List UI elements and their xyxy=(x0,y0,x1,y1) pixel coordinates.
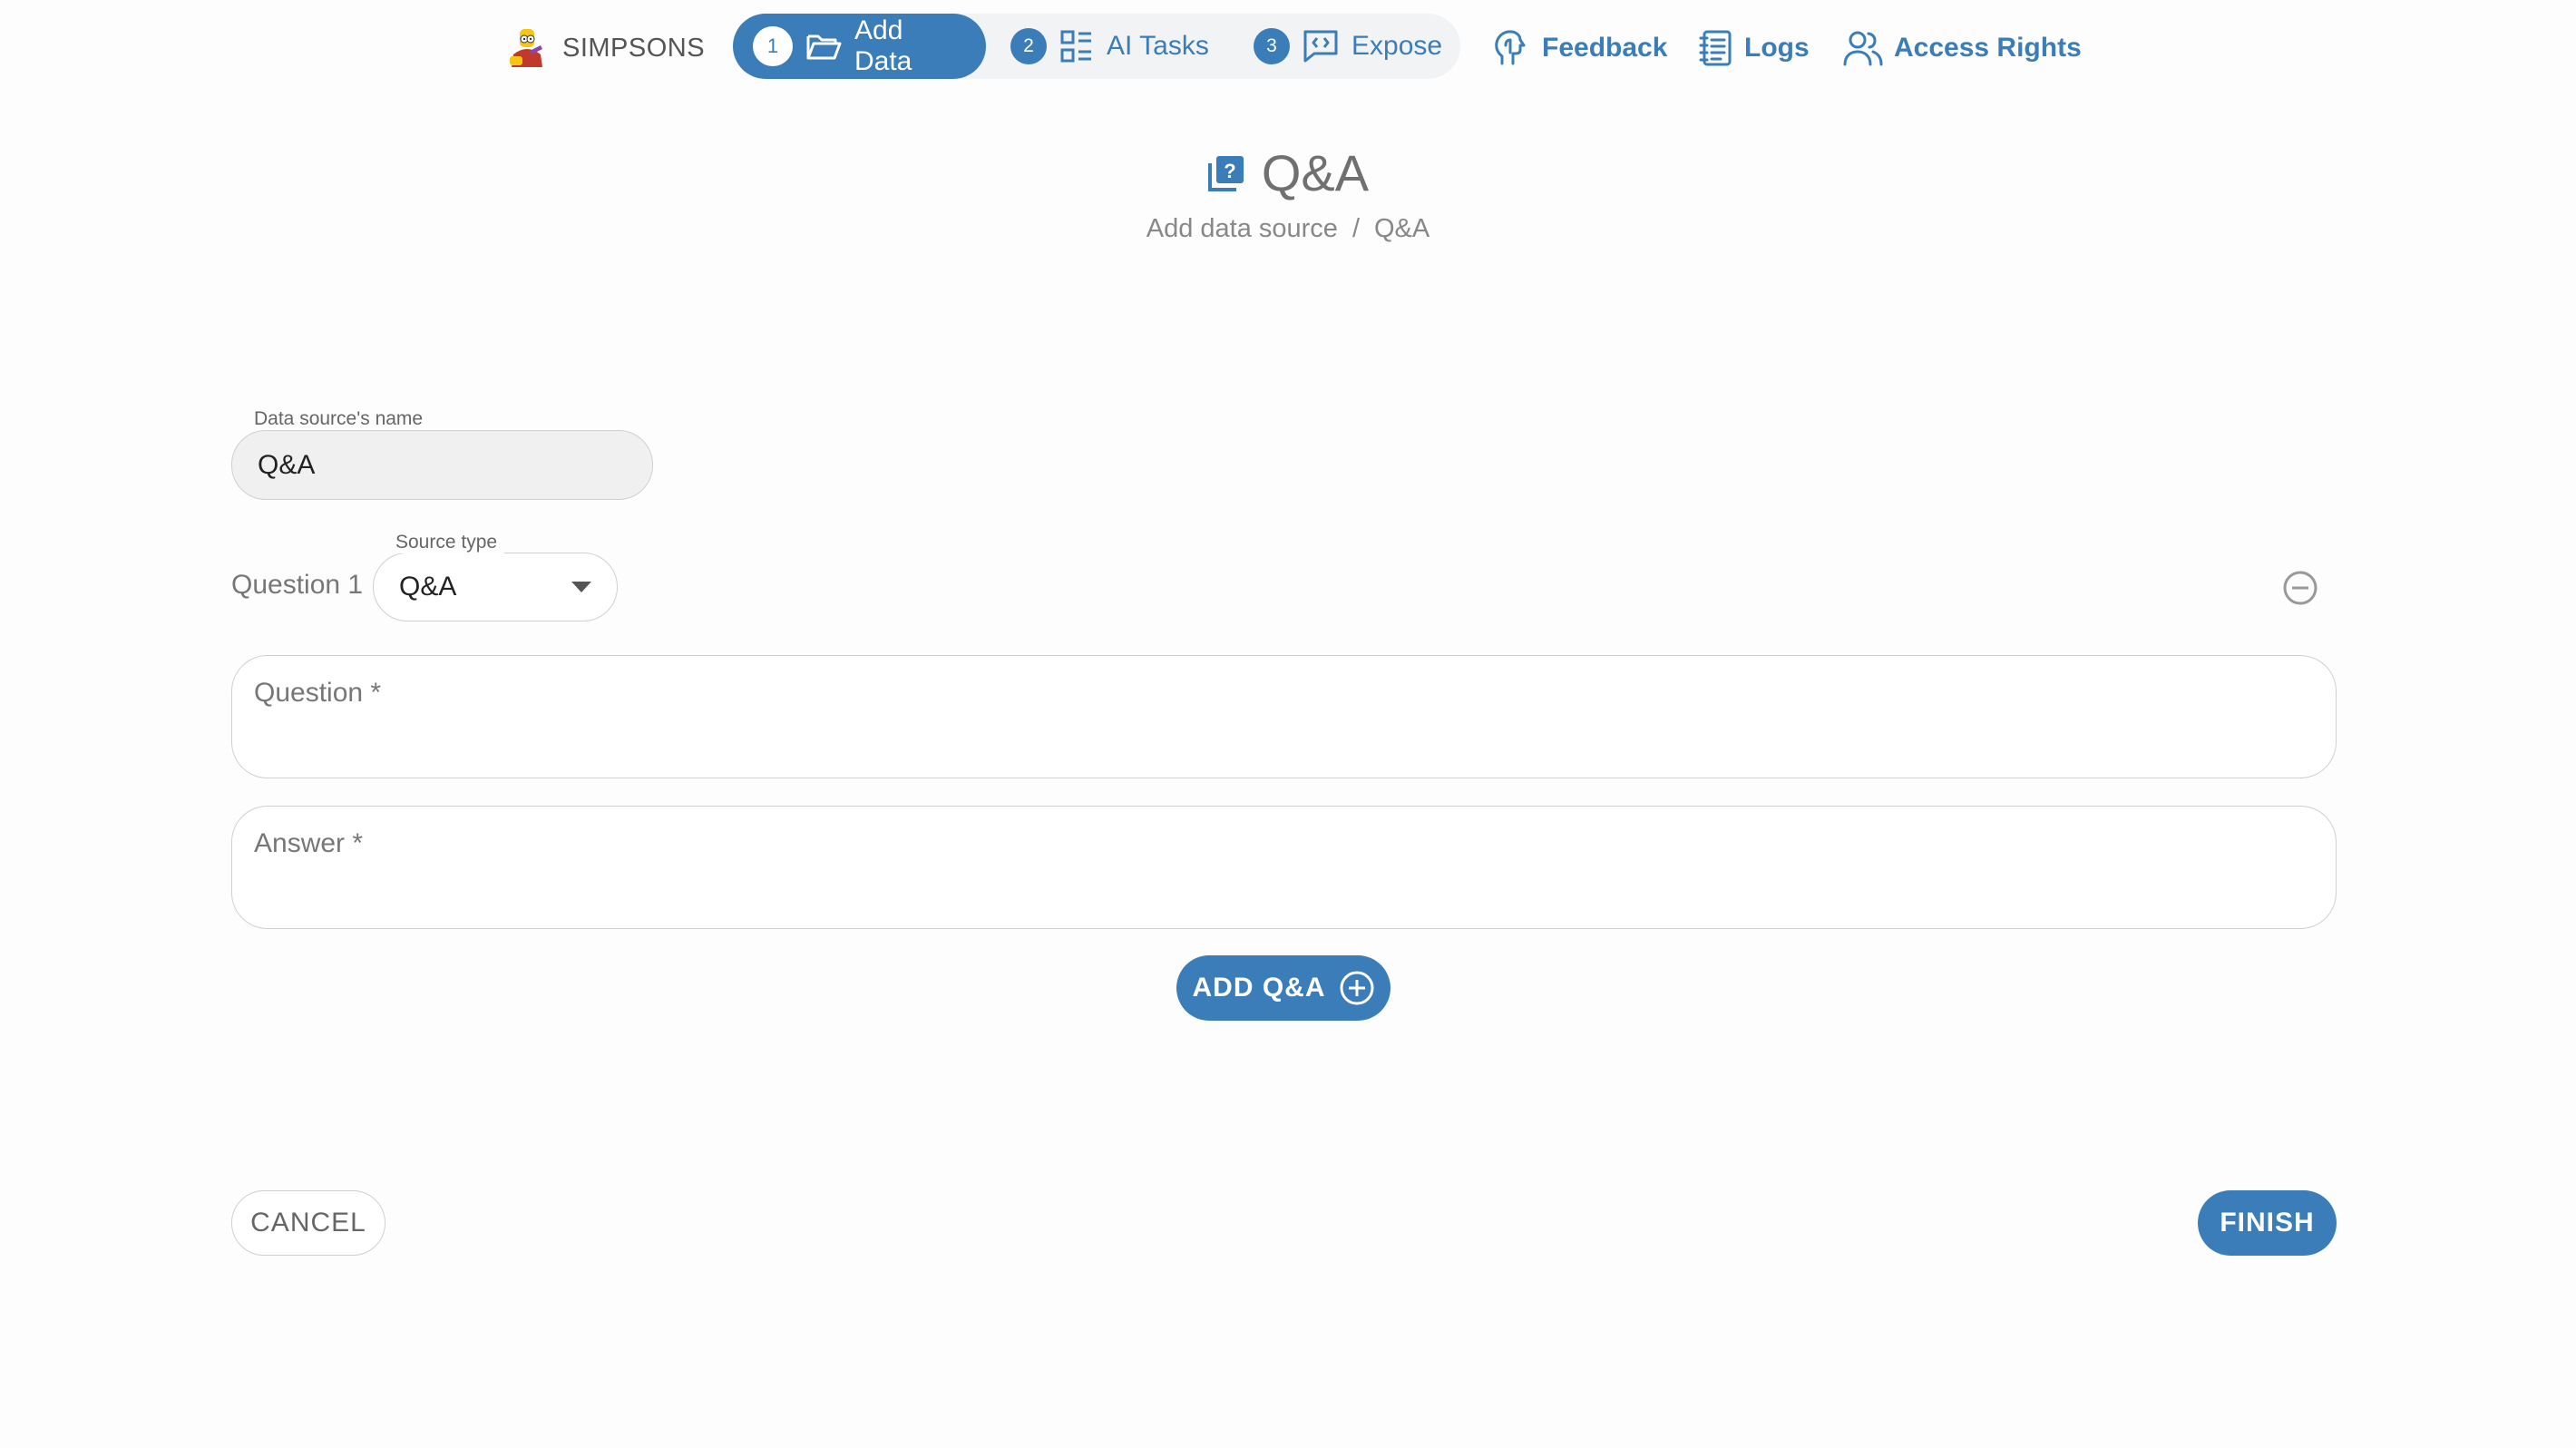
page-title: ? Q&A xyxy=(0,143,2576,202)
access-rights-link[interactable]: Access Rights xyxy=(1843,20,2082,76)
question-library-icon: ? xyxy=(1207,154,1245,192)
data-source-name-input[interactable]: Q&A xyxy=(231,430,653,500)
question-textarea[interactable]: Question * xyxy=(231,655,2337,778)
brand-name: SIMPSONS xyxy=(562,33,706,63)
svg-text:?: ? xyxy=(1224,160,1235,182)
source-type-value: Q&A xyxy=(399,572,457,602)
access-rights-label: Access Rights xyxy=(1894,33,2082,63)
step-label: Expose xyxy=(1351,31,1443,61)
cancel-button[interactable]: CANCEL xyxy=(231,1190,385,1256)
step-add-data[interactable]: 1 Add Data xyxy=(733,14,986,79)
breadcrumb-separator: / xyxy=(1351,214,1360,243)
question-placeholder: Question * xyxy=(254,678,382,708)
source-type-select[interactable]: Q&A xyxy=(373,553,618,621)
finish-button[interactable]: FINISH xyxy=(2198,1190,2337,1256)
step-number: 2 xyxy=(1010,28,1047,64)
plus-circle-icon xyxy=(1339,970,1375,1006)
step-number: 1 xyxy=(753,26,793,66)
feedback-label: Feedback xyxy=(1542,33,1668,63)
cancel-label: CANCEL xyxy=(250,1208,366,1238)
chevron-down-icon xyxy=(571,582,591,592)
folder-open-icon xyxy=(805,31,842,62)
page-title-text: Q&A xyxy=(1261,144,1370,201)
logs-notebook-icon xyxy=(1699,29,1733,67)
breadcrumb: Add data source / Q&A xyxy=(0,214,2576,244)
users-icon xyxy=(1843,30,1883,66)
step-number: 3 xyxy=(1254,28,1290,64)
add-qa-label: ADD Q&A xyxy=(1192,973,1326,1003)
remove-question-icon[interactable] xyxy=(2282,570,2318,606)
data-source-name-label: Data source's name xyxy=(247,408,431,430)
logs-label: Logs xyxy=(1744,33,1810,63)
question-number: Question 1 xyxy=(231,570,364,600)
code-chat-icon xyxy=(1303,29,1339,64)
breadcrumb-add-data-source[interactable]: Add data source xyxy=(1147,214,1338,244)
feedback-link[interactable]: Feedback xyxy=(1493,20,1667,76)
grid-list-icon xyxy=(1059,29,1094,64)
logs-link[interactable]: Logs xyxy=(1699,20,1810,76)
answer-textarea[interactable]: Answer * xyxy=(231,806,2337,929)
step-ai-tasks[interactable]: 2 AI Tasks xyxy=(1010,14,1209,79)
simpson-avatar-icon xyxy=(506,27,548,69)
step-label: Add Data xyxy=(854,15,912,76)
step-expose[interactable]: 3 Expose xyxy=(1254,14,1442,79)
source-type-label: Source type xyxy=(388,532,505,553)
step-label: AI Tasks xyxy=(1107,31,1209,61)
breadcrumb-current: Q&A xyxy=(1374,214,1430,243)
brand[interactable]: SIMPSONS xyxy=(506,25,705,71)
step-navigation: 1 Add Data 2 AI Tasks 3 Expose xyxy=(733,14,1460,79)
data-source-name-value: Q&A xyxy=(258,449,316,480)
answer-placeholder: Answer * xyxy=(254,828,364,858)
feedback-head-icon xyxy=(1493,29,1531,67)
add-qa-button[interactable]: ADD Q&A xyxy=(1176,955,1390,1021)
finish-label: FINISH xyxy=(2220,1208,2315,1238)
